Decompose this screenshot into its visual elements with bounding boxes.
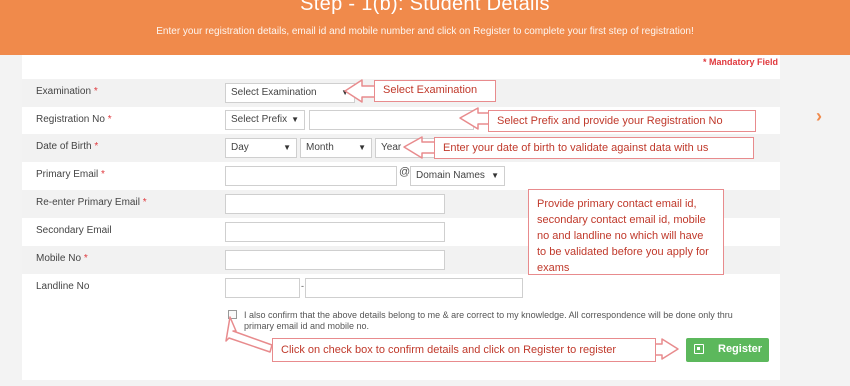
callout-dob: Enter your date of birth to validate aga… (434, 137, 754, 159)
callout-contact: Provide primary contact email id, second… (528, 189, 724, 275)
callout-registration: Select Prefix and provide your Registrat… (488, 110, 756, 132)
arrow-registration (459, 107, 491, 130)
callout-examination: Select Examination (374, 80, 496, 102)
arrow-register (653, 338, 679, 360)
arrow-examination (344, 79, 377, 103)
arrow-dob (403, 136, 437, 159)
callout-register: Click on check box to confirm details an… (272, 338, 656, 362)
arrow-checkbox (225, 316, 273, 353)
